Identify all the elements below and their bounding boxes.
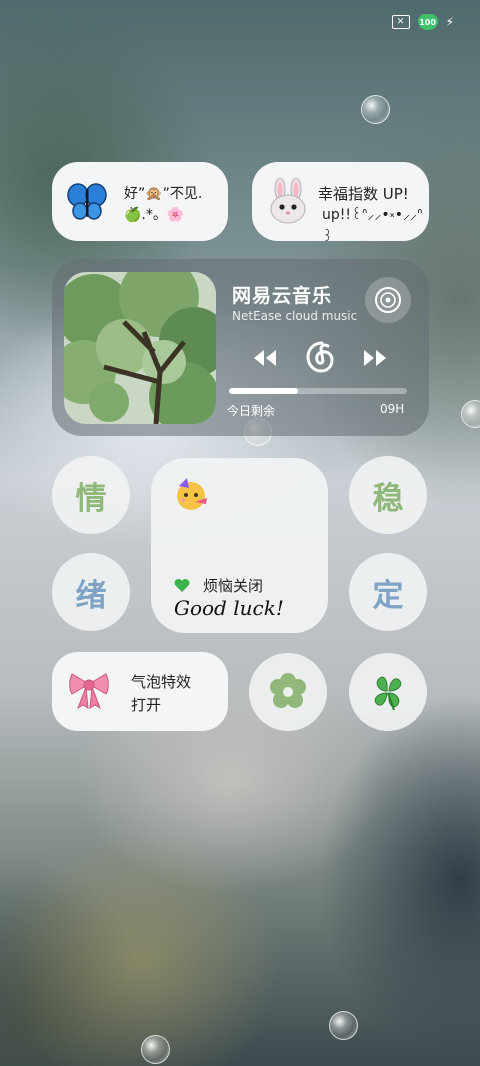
flower-icon	[270, 673, 306, 708]
ding-label: 定	[372, 577, 404, 614]
flower-button[interactable]	[249, 653, 327, 731]
clover-button[interactable]	[349, 653, 427, 731]
battery-icon: 100	[417, 14, 438, 30]
ding-button[interactable]: 定	[349, 553, 427, 631]
fast-forward-icon	[364, 350, 386, 366]
qing-label: 情	[75, 480, 107, 517]
butterfly-text-line1: 好”🙊”不见.	[124, 186, 203, 202]
bubble-effect-widget[interactable]: 气泡特效 打开	[52, 652, 228, 731]
butterfly-icon	[66, 181, 108, 223]
netease-music-icon	[306, 341, 334, 373]
good-luck-card[interactable]: 烦恼关闭 Good luck!	[151, 458, 328, 633]
happy-index-widget[interactable]: 幸福指数 UP! up!!꒰ᐢ⸝⸝•༝•⸝⸝ᐢ꒱	[252, 162, 429, 245]
wen-button[interactable]: 稳	[349, 456, 427, 534]
status-bar: ✕ 100 ⚡	[391, 14, 454, 30]
qing-button[interactable]: 情	[52, 456, 130, 534]
battery-level: 100	[419, 17, 436, 27]
wen-label: 稳	[372, 480, 404, 517]
netease-logo-button[interactable]	[303, 339, 337, 375]
bubble[interactable]	[361, 95, 390, 124]
vinyl-disc-button[interactable]	[365, 277, 411, 323]
four-leaf-clover-icon	[374, 676, 402, 711]
happy-text-line2: up!!꒰ᐢ⸝⸝•༝•⸝⸝ᐢ꒱	[322, 207, 423, 245]
rewind-button[interactable]	[251, 346, 279, 370]
happy-text-line1: 幸福指数 UP!	[318, 185, 409, 203]
rewind-icon	[254, 350, 276, 366]
progress-fill	[229, 388, 299, 394]
bubble[interactable]	[461, 400, 480, 428]
bow-icon	[68, 670, 110, 710]
green-heart-icon	[174, 577, 190, 593]
center-line1: 烦恼关闭	[203, 577, 264, 595]
party-face-icon	[173, 476, 209, 512]
butterfly-text-line2: 🍏.*。🌸	[124, 207, 185, 223]
progress-label: 今日剩余	[227, 404, 276, 418]
bubble[interactable]	[141, 1035, 170, 1064]
xu-label: 绪	[75, 577, 107, 614]
progress-bar[interactable]	[229, 388, 407, 394]
album-cover[interactable]	[64, 272, 216, 424]
bubble[interactable]	[329, 1011, 358, 1040]
vinyl-disc-icon	[375, 287, 401, 313]
center-line2: Good luck!	[174, 596, 284, 620]
rabbit-icon	[266, 178, 310, 224]
music-app-subtitle: NetEase cloud music	[232, 309, 358, 323]
progress-value: 09H	[380, 402, 405, 416]
bubble-effect-state: 打开	[131, 696, 162, 714]
forward-button[interactable]	[361, 346, 389, 370]
bubble-effect-label: 气泡特效	[131, 673, 192, 691]
no-sim-icon: ✕	[391, 15, 410, 29]
music-app-title: 网易云音乐	[232, 285, 333, 307]
butterfly-widget[interactable]: 好”🙊”不见. 🍏.*。🌸	[52, 162, 228, 241]
charging-icon: ⚡	[445, 15, 454, 29]
xu-button[interactable]: 绪	[52, 553, 130, 631]
